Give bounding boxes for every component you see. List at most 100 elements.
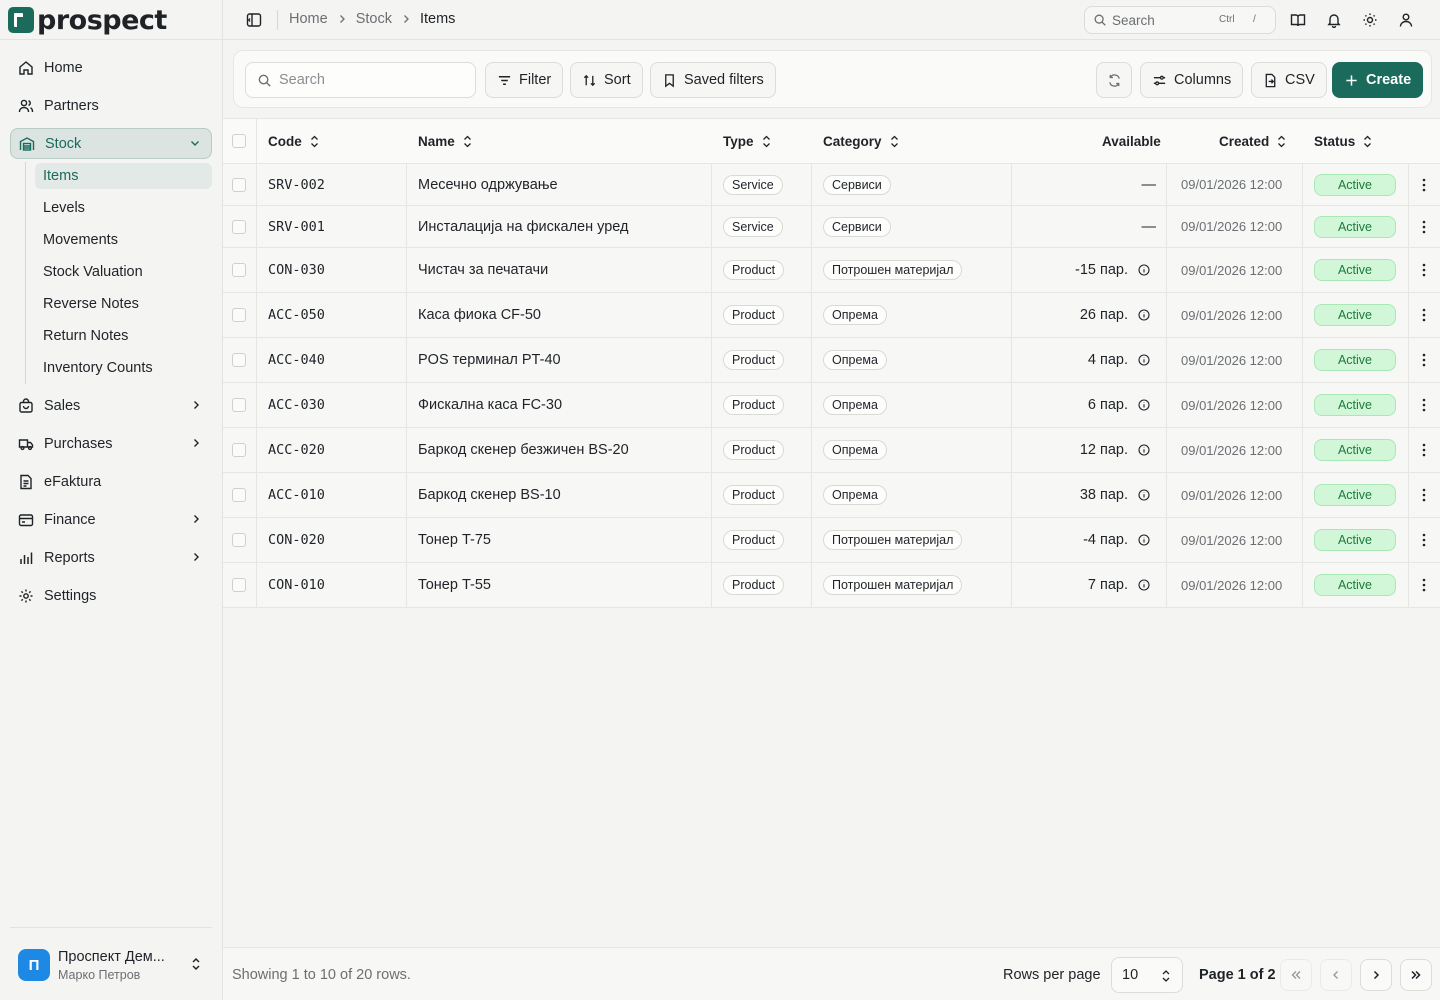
- saved-filters-button[interactable]: Saved filters: [650, 62, 776, 98]
- select-all-checkbox[interactable]: [232, 134, 246, 148]
- sidebar-item-efaktura[interactable]: eFaktura: [10, 467, 212, 497]
- table-row[interactable]: ACC-050 Каса фиока CF-50 Product Опрема 26 п…: [223, 293, 1440, 338]
- sort-button[interactable]: Sort: [570, 62, 643, 98]
- sidebar-item-purchases[interactable]: Purchases: [10, 429, 212, 459]
- refresh-button[interactable]: [1096, 62, 1132, 98]
- sidebar-item-reports[interactable]: Reports: [10, 543, 212, 573]
- row-checkbox[interactable]: [232, 578, 246, 592]
- column-header-type[interactable]: Type: [723, 119, 771, 163]
- create-button[interactable]: Create: [1332, 62, 1424, 98]
- item-name[interactable]: Каса фиока CF-50: [418, 293, 541, 337]
- table-row[interactable]: ACC-030 Фискална каса FC-30 Product Опрема 6…: [223, 383, 1440, 428]
- table-row[interactable]: ACC-040 POS терминал PT-40 Product Опрема 4 …: [223, 338, 1440, 383]
- table-row[interactable]: SRV-001 Инсталација на фискален уред Servi…: [223, 206, 1440, 248]
- item-name[interactable]: POS терминал PT-40: [418, 338, 561, 382]
- row-actions-button[interactable]: [1422, 518, 1426, 562]
- row-actions-button[interactable]: [1422, 293, 1426, 337]
- row-actions-button[interactable]: [1422, 383, 1426, 427]
- column-header-created[interactable]: Created: [1219, 119, 1286, 163]
- info-icon[interactable]: [1138, 444, 1150, 456]
- column-header-code[interactable]: Code: [268, 119, 319, 163]
- row-checkbox[interactable]: [232, 533, 246, 547]
- columns-button[interactable]: Columns: [1140, 62, 1244, 98]
- row-actions-button[interactable]: [1422, 473, 1426, 517]
- item-name[interactable]: Баркод скенер безжичен BS-20: [418, 428, 629, 472]
- brand-logo[interactable]: prospect: [8, 4, 167, 36]
- table-search-input[interactable]: Search: [245, 62, 476, 98]
- item-name[interactable]: Тонер T-75: [418, 518, 491, 562]
- item-code: CON-020: [268, 532, 325, 548]
- rows-per-page-select[interactable]: 10: [1111, 957, 1183, 993]
- table-row[interactable]: CON-030 Чистач за печатачи Product Потрошен…: [223, 248, 1440, 293]
- filter-button[interactable]: Filter: [485, 62, 564, 98]
- truck-icon: [18, 436, 34, 452]
- sidebar-subitem-return-notes[interactable]: Return Notes: [35, 323, 212, 349]
- row-checkbox[interactable]: [232, 219, 246, 234]
- item-name[interactable]: Чистач за печатачи: [418, 248, 548, 292]
- item-name[interactable]: Баркод скенер BS-10: [418, 473, 561, 517]
- sidebar-subitem-inventory-counts[interactable]: Inventory Counts: [35, 355, 212, 381]
- row-actions-button[interactable]: [1422, 206, 1426, 247]
- sidebar-subitem-items[interactable]: Items: [35, 163, 212, 189]
- type-badge: Service: [723, 216, 783, 237]
- sidebar-toggle-icon[interactable]: [246, 12, 262, 28]
- organization-switcher[interactable]: П Проспект Дем... Марко Петров: [10, 927, 212, 997]
- sidebar-item-home[interactable]: Home: [10, 53, 212, 83]
- info-icon[interactable]: [1138, 534, 1150, 546]
- info-icon[interactable]: [1138, 309, 1150, 321]
- created-date: 09/01/2026 12:00: [1181, 397, 1283, 413]
- column-header-name[interactable]: Name: [418, 119, 472, 163]
- user-icon[interactable]: [1398, 12, 1414, 28]
- global-search[interactable]: Search Ctrl /: [1084, 6, 1276, 34]
- sidebar-item-partners[interactable]: Partners: [10, 91, 212, 121]
- table-row[interactable]: CON-020 Тонер T-75 Product Потрошен материј…: [223, 518, 1440, 563]
- row-checkbox[interactable]: [232, 488, 246, 502]
- available-cell: -4 пар.: [1023, 518, 1150, 562]
- table-row[interactable]: CON-010 Тонер T-55 Product Потрошен материј…: [223, 563, 1440, 608]
- breadcrumb-stock[interactable]: Stock: [356, 11, 392, 27]
- sidebar-subitem-reverse-notes[interactable]: Reverse Notes: [35, 291, 212, 317]
- row-checkbox[interactable]: [232, 398, 246, 412]
- item-name[interactable]: Тонер T-55: [418, 563, 491, 607]
- sidebar-subitem-stock-valuation[interactable]: Stock Valuation: [35, 259, 212, 285]
- row-checkbox[interactable]: [232, 263, 246, 277]
- column-header-status[interactable]: Status: [1314, 119, 1372, 163]
- sidebar-item-settings[interactable]: Settings: [10, 581, 212, 611]
- sidebar-subitem-movements[interactable]: Movements: [35, 227, 212, 253]
- table-row[interactable]: ACC-010 Баркод скенер BS-10 Product Опрема 3…: [223, 473, 1440, 518]
- info-icon[interactable]: [1138, 354, 1150, 366]
- previous-page-button[interactable]: [1320, 959, 1352, 991]
- row-checkbox[interactable]: [232, 443, 246, 457]
- row-actions-button[interactable]: [1422, 563, 1426, 607]
- table-row[interactable]: ACC-020 Баркод скенер безжичен BS-20 Produ…: [223, 428, 1440, 473]
- info-icon[interactable]: [1138, 264, 1150, 276]
- row-actions-button[interactable]: [1422, 248, 1426, 292]
- refresh-icon: [1108, 73, 1120, 87]
- row-checkbox[interactable]: [232, 177, 246, 192]
- row-actions-button[interactable]: [1422, 428, 1426, 472]
- row-checkbox[interactable]: [232, 308, 246, 322]
- sun-icon[interactable]: [1362, 12, 1378, 28]
- row-actions-button[interactable]: [1422, 164, 1426, 205]
- sidebar-item-finance[interactable]: Finance: [10, 505, 212, 535]
- row-actions-button[interactable]: [1422, 338, 1426, 382]
- item-name[interactable]: Инсталација на фискален уред: [418, 206, 629, 247]
- info-icon[interactable]: [1138, 489, 1150, 501]
- row-checkbox[interactable]: [232, 353, 246, 367]
- sidebar-subitem-levels[interactable]: Levels: [35, 195, 212, 221]
- info-icon[interactable]: [1138, 399, 1150, 411]
- bell-icon[interactable]: [1326, 12, 1342, 28]
- table-row[interactable]: SRV-002 Месечно одржување Service Сервиси — 0…: [223, 164, 1440, 206]
- sidebar-item-sales[interactable]: Sales: [10, 391, 212, 421]
- item-name[interactable]: Месечно одржување: [418, 164, 558, 205]
- breadcrumb-home[interactable]: Home: [289, 11, 328, 27]
- info-icon[interactable]: [1138, 579, 1150, 591]
- last-page-button[interactable]: [1400, 959, 1432, 991]
- book-icon[interactable]: [1290, 12, 1306, 28]
- item-name[interactable]: Фискална каса FC-30: [418, 383, 562, 427]
- first-page-button[interactable]: [1280, 959, 1312, 991]
- column-header-category[interactable]: Category: [823, 119, 899, 163]
- next-page-button[interactable]: [1360, 959, 1392, 991]
- sidebar-item-stock[interactable]: Stock: [10, 128, 212, 159]
- csv-export-button[interactable]: CSV: [1251, 62, 1327, 98]
